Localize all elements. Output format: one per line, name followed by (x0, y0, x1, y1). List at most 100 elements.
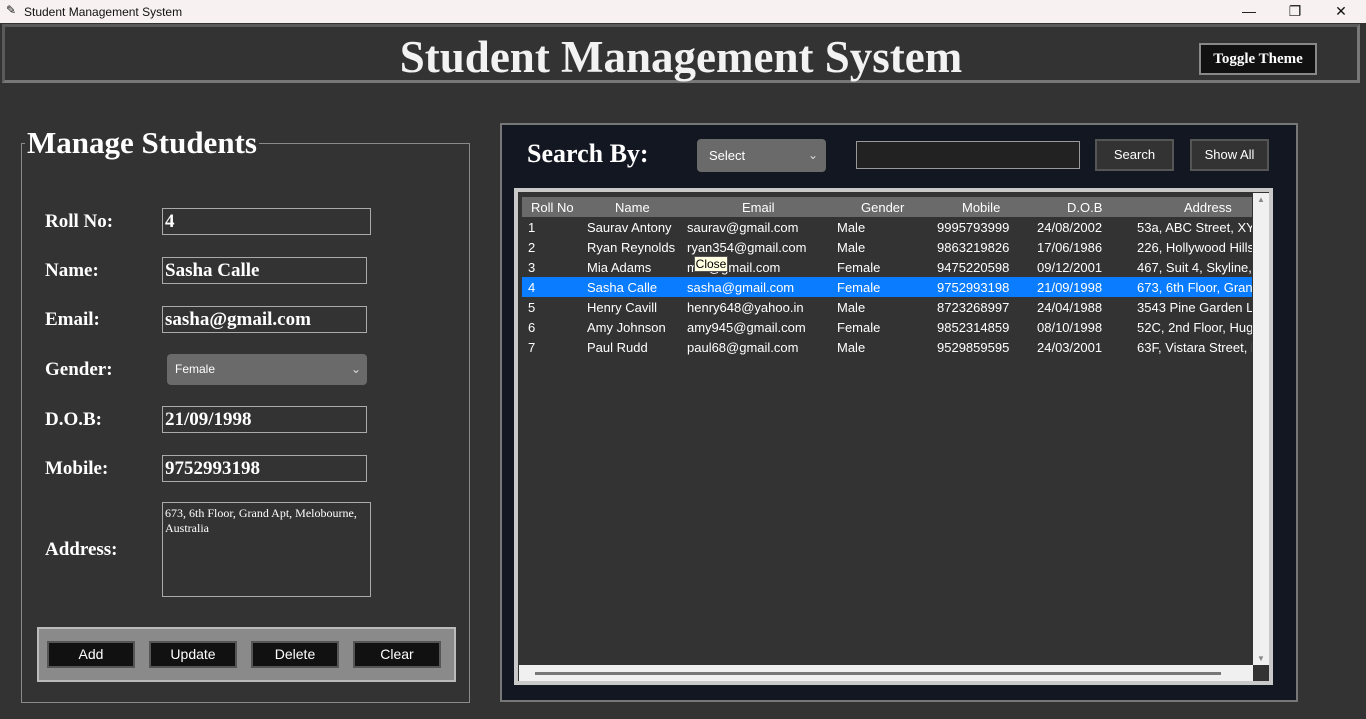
cell-address: 52C, 2nd Floor, Hug (1137, 320, 1252, 335)
cell-mobile: 9752993198 (937, 280, 1010, 295)
app-header: Student Management System (2, 24, 1360, 83)
name-field[interactable]: Sasha Calle (162, 257, 367, 284)
chevron-down-icon: ⌄ (350, 362, 361, 376)
cell-gender: Male (837, 340, 866, 355)
search-input[interactable] (856, 141, 1080, 169)
maximize-button[interactable]: ❐ (1272, 0, 1318, 23)
cell-dob: 08/10/1998 (1037, 320, 1103, 335)
cell-gender: Male (837, 220, 866, 235)
update-button[interactable]: Update (149, 641, 237, 668)
cell-address: 53a, ABC Street, XYZ (1137, 220, 1252, 235)
column-header-name[interactable]: Name (615, 200, 650, 215)
email-label: Email: (45, 309, 100, 330)
cell-mobile: 9475220598 (937, 260, 1010, 275)
window-titlebar: ✎ Student Management System — ❐ ✕ (0, 0, 1366, 23)
dob-field[interactable]: 21/09/1998 (162, 406, 367, 433)
table-row[interactable]: 5 Henry Cavill henry648@yahoo.in Male 87… (522, 297, 1252, 317)
cell-mobile: 8723268997 (937, 300, 1010, 315)
table-row[interactable]: 1 Saurav Antony saurav@gmail.com Male 99… (522, 217, 1252, 237)
cell-address: 673, 6th Floor, Gran (1137, 280, 1252, 295)
horizontal-scroll-thumb[interactable] (535, 672, 1221, 675)
column-header-address[interactable]: Address (1184, 200, 1232, 215)
manage-students-title: Manage Students (25, 125, 259, 161)
cell-roll: 2 (528, 240, 536, 255)
cell-dob: 24/03/2001 (1037, 340, 1103, 355)
close-button[interactable]: ✕ (1318, 0, 1364, 23)
column-header-email[interactable]: Email (742, 200, 775, 215)
roll-no-field[interactable]: 4 (162, 208, 371, 235)
cell-roll: 7 (528, 340, 536, 355)
mobile-label: Mobile: (45, 458, 109, 479)
table-row[interactable]: 3 Mia Adams mia@gmail.com Female 9475220… (522, 257, 1252, 277)
cell-name: Saurav Antony (587, 220, 672, 235)
delete-button[interactable]: Delete (251, 641, 339, 668)
email-field[interactable]: sasha@gmail.com (162, 306, 367, 333)
column-header-roll[interactable]: Roll No (531, 200, 574, 215)
gender-select[interactable]: Female ⌄ (167, 354, 367, 385)
table-header: Roll No Name Email Gender Mobile D.O.B A… (522, 197, 1252, 217)
toggle-theme-button[interactable]: Toggle Theme (1199, 43, 1317, 75)
cell-roll: 3 (528, 260, 536, 275)
cell-roll: 1 (528, 220, 536, 235)
search-by-label: Search By: (527, 139, 649, 168)
cell-gender: Male (837, 300, 866, 315)
cell-roll: 5 (528, 300, 536, 315)
cell-dob: 24/04/1988 (1037, 300, 1103, 315)
cell-mobile: 9852314859 (937, 320, 1010, 335)
cell-gender: Female (837, 320, 881, 335)
clear-button[interactable]: Clear (353, 641, 441, 668)
cell-dob: 09/12/2001 (1037, 260, 1103, 275)
roll-no-label: Roll No: (45, 211, 114, 232)
horizontal-scrollbar[interactable] (519, 665, 1253, 681)
gender-select-value: Female (175, 362, 216, 376)
cell-dob: 21/09/1998 (1037, 280, 1103, 295)
add-button[interactable]: Add (47, 641, 135, 668)
cell-email: ryan354@gmail.com (687, 240, 807, 255)
address-textarea[interactable]: 673, 6th Floor, Grand Apt, Melobourne, A… (162, 502, 371, 597)
table-row[interactable]: 2 Ryan Reynolds ryan354@gmail.com Male 9… (522, 237, 1252, 257)
search-by-select-value: Select (709, 148, 746, 163)
window-title: Student Management System (24, 5, 183, 19)
cell-name: Paul Rudd (587, 340, 648, 355)
cell-name: Amy Johnson (587, 320, 666, 335)
name-label: Name: (45, 260, 99, 281)
scroll-down-icon[interactable]: ▼ (1257, 654, 1265, 663)
cell-name: Henry Cavill (587, 300, 658, 315)
cell-mobile: 9529859595 (937, 340, 1010, 355)
cell-gender: Female (837, 260, 881, 275)
column-header-gender[interactable]: Gender (861, 200, 904, 215)
cell-mobile: 9995793999 (937, 220, 1010, 235)
cell-roll: 6 (528, 320, 536, 335)
cell-email: paul68@gmail.com (687, 340, 799, 355)
cell-name: Mia Adams (587, 260, 652, 275)
scroll-up-icon[interactable]: ▲ (1257, 195, 1265, 204)
minimize-button[interactable]: — (1226, 0, 1272, 23)
search-by-select[interactable]: Select ⌄ (697, 139, 826, 172)
cell-address: 467, Suit 4, Skyline, E (1137, 260, 1252, 275)
cell-gender: Male (837, 240, 866, 255)
cell-dob: 24/08/2002 (1037, 220, 1103, 235)
page-title: Student Management System (399, 32, 963, 82)
feather-icon: ✎ (6, 3, 17, 17)
cell-email: sasha@gmail.com (687, 280, 795, 295)
dob-label: D.O.B: (45, 409, 102, 430)
show-all-button[interactable]: Show All (1190, 139, 1269, 171)
cell-address: 3543 Pine Garden La (1137, 300, 1252, 315)
address-label: Address: (45, 539, 118, 560)
column-header-dob[interactable]: D.O.B (1067, 200, 1102, 215)
cell-email: saurav@gmail.com (687, 220, 799, 235)
vertical-scrollbar[interactable]: ▲ ▼ (1253, 193, 1269, 665)
cell-name: Ryan Reynolds (587, 240, 676, 255)
table-row[interactable]: 7 Paul Rudd paul68@gmail.com Male 952985… (522, 337, 1252, 357)
cell-name: Sasha Calle (587, 280, 658, 295)
mobile-field[interactable]: 9752993198 (162, 455, 367, 482)
gender-label: Gender: (45, 359, 113, 380)
search-button[interactable]: Search (1095, 139, 1174, 171)
cell-mobile: 9863219826 (937, 240, 1010, 255)
column-header-mobile[interactable]: Mobile (962, 200, 1000, 215)
cell-email: henry648@yahoo.in (687, 300, 804, 315)
cell-address: 226, Hollywood Hills (1137, 240, 1252, 255)
table-row[interactable]: 6 Amy Johnson amy945@gmail.com Female 98… (522, 317, 1252, 337)
cell-roll: 4 (528, 280, 536, 295)
table-row-selected[interactable]: 4 Sasha Calle sasha@gmail.com Female 975… (522, 277, 1252, 297)
